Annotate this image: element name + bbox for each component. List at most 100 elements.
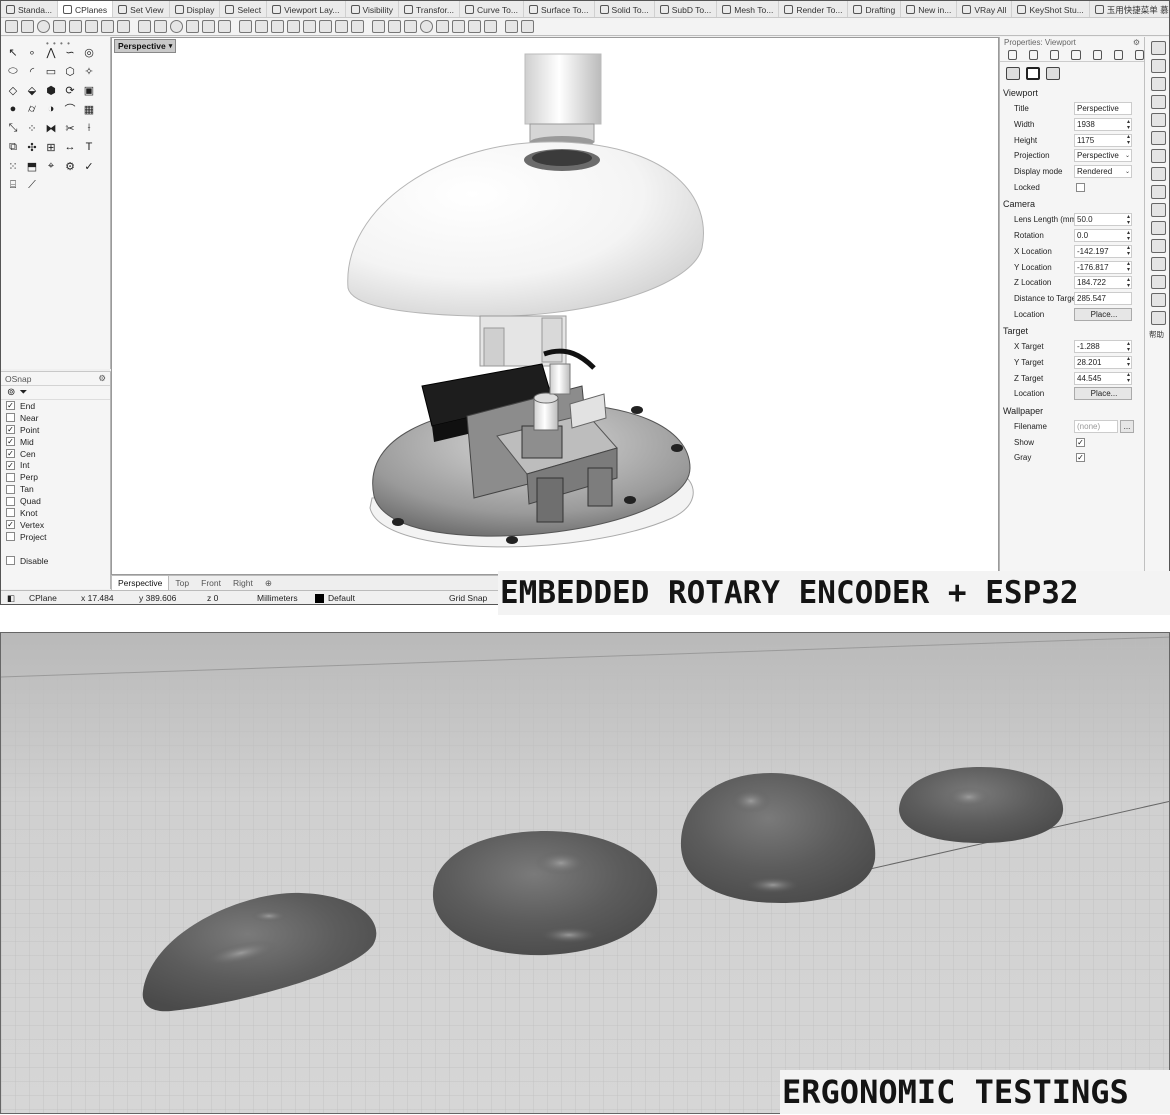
drape-icon[interactable]: ⟋ xyxy=(24,178,40,192)
perspective-viewport[interactable]: Perspective ▾ xyxy=(111,37,999,575)
block-icon[interactable]: ⬒ xyxy=(24,159,40,173)
toolbar-tab[interactable]: Standa... xyxy=(1,1,59,17)
loft-icon[interactable]: ⬢ xyxy=(43,83,59,97)
gray-checkbox[interactable]: ✓ xyxy=(1076,453,1085,463)
viewport-tab[interactable]: Right xyxy=(227,576,259,591)
toolbar-tab[interactable]: Render To... xyxy=(779,1,849,17)
add-viewport-tab-icon[interactable]: ⊕ xyxy=(259,576,278,591)
texture-tab-icon[interactable] xyxy=(1050,49,1060,60)
viewport-dropdown-icon[interactable]: ▾ xyxy=(169,42,173,50)
lens-spin-icon[interactable]: ▴ ▾ xyxy=(1127,214,1131,226)
y-location-field[interactable]: -176.817 ▴ ▾ xyxy=(1074,260,1132,274)
osnap-item[interactable]: ✓ Cen xyxy=(1,448,110,460)
select-arrow-icon[interactable]: ↖ xyxy=(5,45,21,59)
osnap-item[interactable]: Tan xyxy=(1,483,110,495)
rotation-field[interactable]: 0.0 ▴ ▾ xyxy=(1074,229,1132,243)
camera-place-button[interactable]: Place... xyxy=(1074,307,1132,321)
browse-button[interactable]: ... xyxy=(1120,420,1134,434)
cart-icon[interactable] xyxy=(1151,311,1166,325)
osnap-checkbox[interactable]: ✓ xyxy=(6,460,15,470)
osnap-checkbox[interactable]: ✓ xyxy=(6,401,15,411)
toolbar-tab[interactable]: 玉用快捷菜单 慕惜... xyxy=(1090,1,1169,17)
toolbar-tab[interactable]: Set View xyxy=(113,1,170,17)
toolbar-tab[interactable]: Drafting xyxy=(848,1,902,17)
status-layer[interactable]: Default xyxy=(315,593,355,604)
toolbar-tab[interactable]: Select xyxy=(220,1,268,17)
cut-icon[interactable] xyxy=(303,20,316,33)
cylinder-icon[interactable]: ⌭ xyxy=(24,102,40,116)
trim-icon[interactable]: ✂ xyxy=(62,121,78,135)
osnap-item[interactable]: ✓ Int xyxy=(1,459,110,471)
grid-dots-icon[interactable]: ⁙ xyxy=(5,159,21,173)
dimension-icon[interactable]: ↔ xyxy=(62,140,78,154)
mesh-icon[interactable]: ▦ xyxy=(81,102,97,116)
osnap-disable[interactable]: Disable xyxy=(1,555,110,567)
revolve-icon[interactable]: ⟳ xyxy=(62,83,78,97)
osnap-item[interactable]: Perp xyxy=(1,471,110,483)
toolbar-tab[interactable]: Visibility xyxy=(346,1,400,17)
analyze-icon[interactable]: ⌖ xyxy=(43,159,59,173)
lights-panel-icon[interactable] xyxy=(1151,149,1166,163)
group-icon[interactable]: ⊞ xyxy=(43,140,59,154)
distance-field[interactable]: 285.547 xyxy=(1074,291,1132,305)
toolbar-tab[interactable]: Mesh To... xyxy=(717,1,780,17)
display-mode-select[interactable]: Rendered ⌄ xyxy=(1074,165,1132,179)
text-icon[interactable]: T xyxy=(81,140,97,154)
viewport-rect-icon[interactable] xyxy=(1026,66,1040,80)
undo-view-icon[interactable] xyxy=(202,20,215,33)
join-icon[interactable]: ⧉ xyxy=(5,140,21,154)
toolbar-tab[interactable]: CPlanes xyxy=(58,1,114,17)
viewport-label[interactable]: Perspective ▾ xyxy=(114,39,177,53)
viewport-tab[interactable]: Front xyxy=(195,576,227,591)
surface-icon[interactable]: ◇ xyxy=(5,83,21,97)
help-label[interactable]: 帮助 xyxy=(1149,329,1169,340)
toolbar-tab[interactable]: Solid To... xyxy=(595,1,655,17)
split-icon[interactable]: ⟊ xyxy=(81,121,97,135)
z-target-field[interactable]: 44.545 ▴ ▾ xyxy=(1074,371,1132,385)
display-panel-icon[interactable] xyxy=(1151,239,1166,253)
cplane-surface-icon[interactable] xyxy=(85,20,98,33)
status-units[interactable]: Millimeters xyxy=(257,593,298,603)
osnap-item[interactable]: Quad xyxy=(1,495,110,507)
osnap-funnel-icon[interactable]: ⏷ xyxy=(19,387,27,398)
width-spin-icon[interactable]: ▴ ▾ xyxy=(1127,119,1131,131)
toolbar-tab[interactable]: Surface To... xyxy=(524,1,595,17)
properties-icon[interactable] xyxy=(404,20,417,33)
x-location-field[interactable]: -142.197 ▴ ▾ xyxy=(1074,244,1132,258)
keyshot-icon[interactable] xyxy=(521,20,534,33)
projection-select[interactable]: Perspective ⌄ xyxy=(1074,149,1132,163)
layers-panel-icon[interactable] xyxy=(1151,59,1166,73)
open-file-icon[interactable] xyxy=(255,20,268,33)
width-field[interactable]: 1938 ▴ ▾ xyxy=(1074,118,1132,132)
toolbar-tab[interactable]: Display xyxy=(170,1,221,17)
display-tab-icon[interactable] xyxy=(1092,49,1102,60)
circle-icon[interactable]: ◎ xyxy=(81,45,97,59)
cplane-object-icon[interactable] xyxy=(53,20,66,33)
viewport-tab[interactable]: Perspective xyxy=(111,575,170,591)
layers-tab-icon[interactable] xyxy=(1071,49,1081,60)
print-icon[interactable] xyxy=(287,20,300,33)
x-target-spin-icon[interactable]: ▴ ▾ xyxy=(1127,341,1131,353)
osnap-item[interactable]: Near xyxy=(1,412,110,424)
sun-panel-icon[interactable] xyxy=(1151,167,1166,181)
arc-icon[interactable]: ◜ xyxy=(24,64,40,78)
solid-sphere-icon[interactable]: ● xyxy=(5,102,21,116)
x-location-spin-icon[interactable]: ▴ ▾ xyxy=(1127,245,1131,257)
cylinder-tool-icon[interactable]: ⌸ xyxy=(5,178,21,192)
osnap-item[interactable]: ✓ Mid xyxy=(1,436,110,448)
gear-panel-icon[interactable] xyxy=(1151,275,1166,289)
layer-icon[interactable] xyxy=(388,20,401,33)
properties-panel-icon[interactable] xyxy=(1151,41,1166,55)
grid-icon[interactable] xyxy=(372,20,385,33)
pan-icon[interactable] xyxy=(186,20,199,33)
boolean-icon[interactable]: ◑ xyxy=(43,102,59,116)
y-target-field[interactable]: 28.201 ▴ ▾ xyxy=(1074,355,1132,369)
environment-panel-icon[interactable] xyxy=(1151,113,1166,127)
libraries-icon[interactable] xyxy=(1151,293,1166,307)
point-icon[interactable]: ∘ xyxy=(24,45,40,59)
fillet-icon[interactable]: ⌒ xyxy=(62,102,78,116)
render-tab-icon[interactable] xyxy=(1113,49,1123,60)
properties-settings-icon[interactable]: ⚙ xyxy=(1133,38,1140,47)
snapshot-icon[interactable] xyxy=(468,20,481,33)
toolbar-tab[interactable]: SubD To... xyxy=(655,1,718,17)
